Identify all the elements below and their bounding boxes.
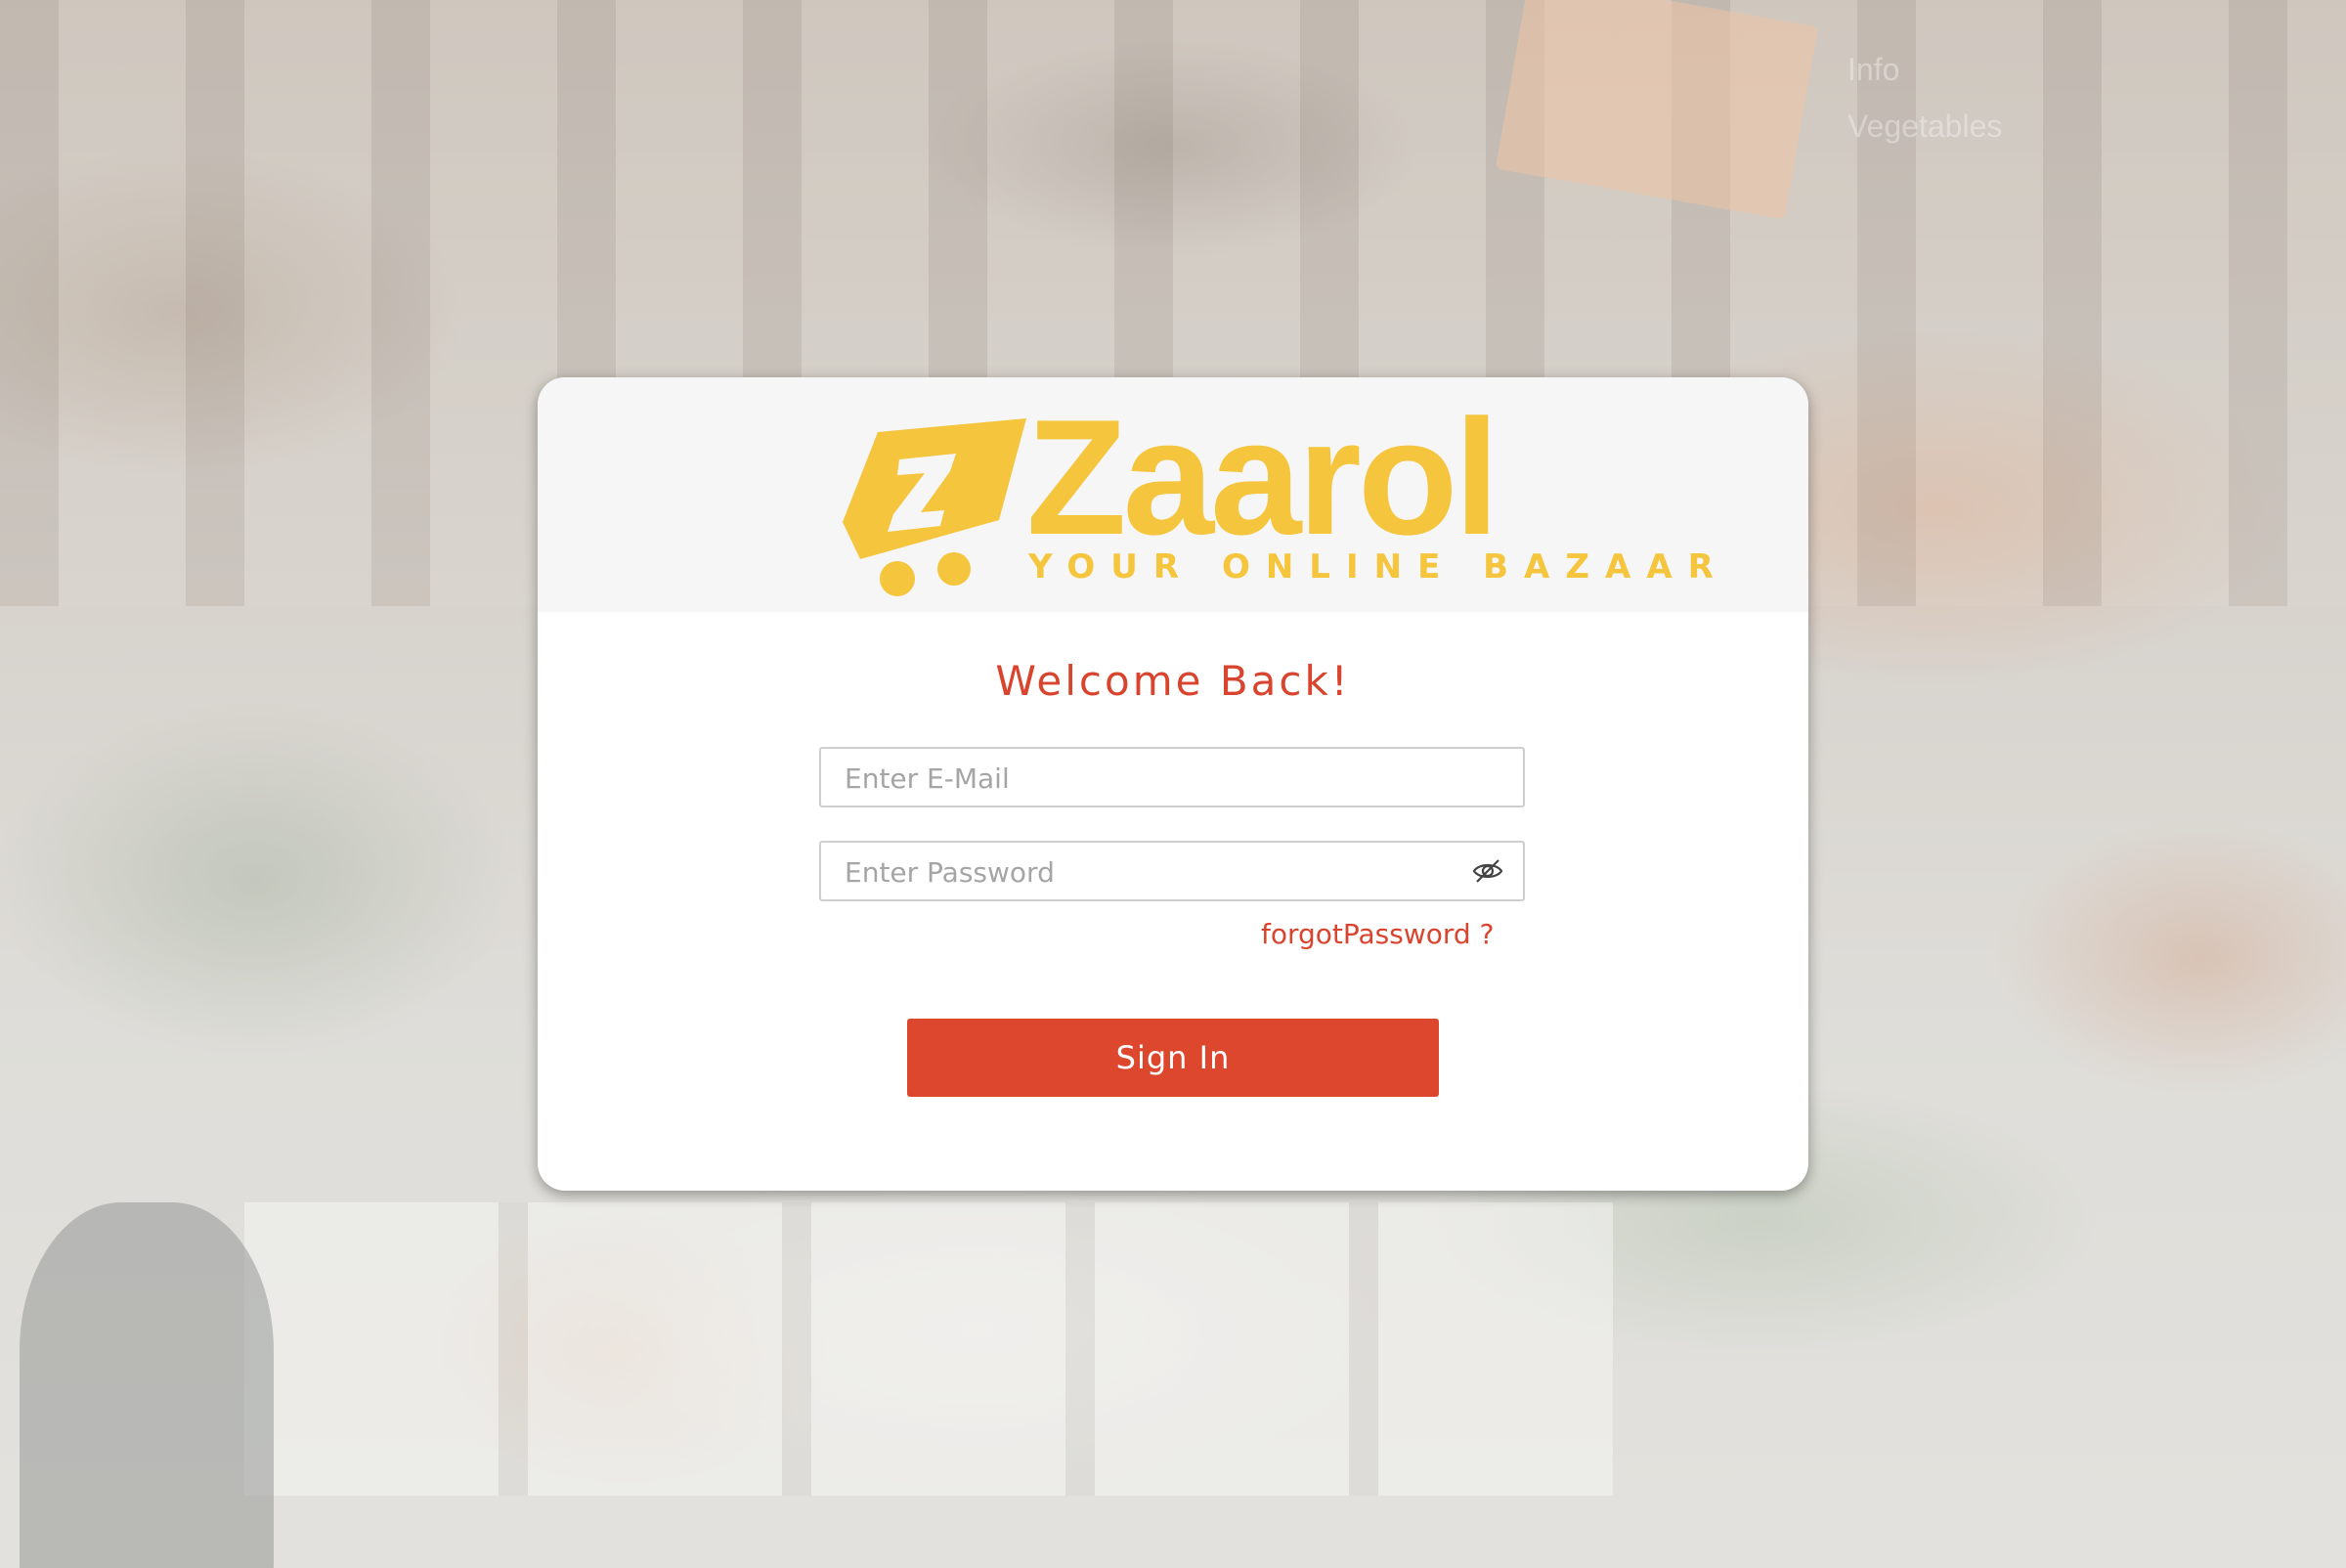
brand-logo: Zaarol YOUR ONLINE BAZAAR <box>831 385 1714 600</box>
brand-name: Zaarol <box>1026 385 1499 569</box>
email-field[interactable] <box>819 747 1525 807</box>
forgot-password-link[interactable]: forgotPassword ? <box>1261 918 1494 950</box>
card-header: Zaarol YOUR ONLINE BAZAAR <box>538 377 1808 612</box>
background-corner-text: Info Vegetables <box>1847 41 2002 154</box>
eye-off-icon[interactable] <box>1472 857 1503 885</box>
background-text-line: Info <box>1847 52 1900 87</box>
login-page: Info Vegetables Zaarol YOUR ONLINE BAZAA… <box>0 0 2346 1568</box>
welcome-heading: Welcome Back! <box>995 657 1351 705</box>
cart-logo-icon <box>843 418 1026 596</box>
password-field[interactable] <box>819 841 1525 901</box>
email-input[interactable] <box>843 749 1472 807</box>
password-input[interactable] <box>843 843 1472 901</box>
background-text-line: Vegetables <box>1847 109 2003 144</box>
login-card: Zaarol YOUR ONLINE BAZAAR Welcome Back! … <box>538 377 1808 1191</box>
brand-tagline: YOUR ONLINE BAZAAR <box>1028 547 1729 587</box>
sign-in-button[interactable]: Sign In <box>907 1019 1439 1097</box>
